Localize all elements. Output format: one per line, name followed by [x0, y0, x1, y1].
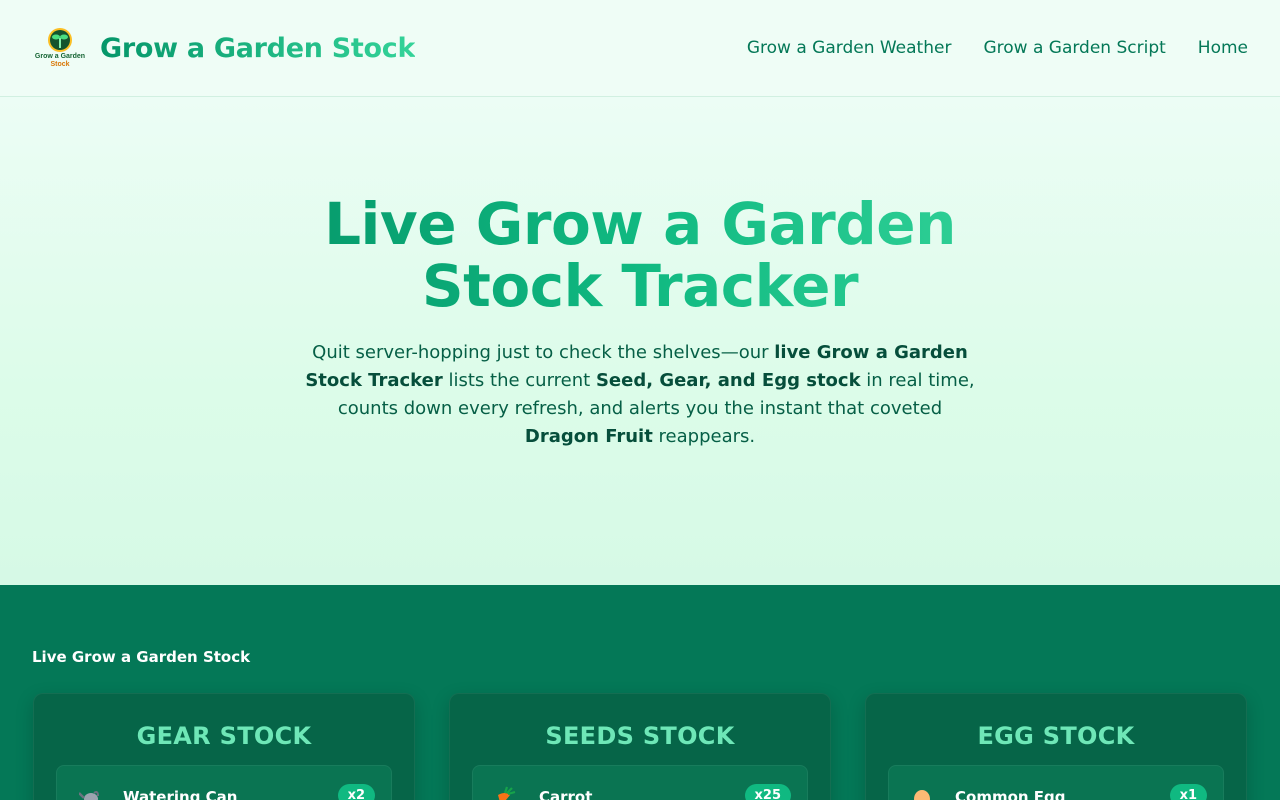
gear-stock-card: GEAR STOCK Watering Can x2 [33, 693, 415, 800]
brand[interactable]: Grow a Garden Stock Grow a Garden Stock [35, 26, 415, 70]
logo-text-bottom: Stock [50, 61, 70, 68]
hero-intro: Quit server-hopping just to check the sh… [300, 339, 980, 451]
card-title: SEEDS STOCK [545, 722, 735, 750]
nav-link-home[interactable]: Home [1198, 38, 1248, 58]
card-title: EGG STOCK [977, 722, 1135, 750]
intro-bold-3: Dragon Fruit [524, 426, 653, 447]
stock-item[interactable]: Carrot x25 [472, 765, 808, 800]
stock-section-label: Live Grow a Garden Stock [32, 648, 251, 666]
card-title: GEAR STOCK [136, 722, 312, 750]
carrot-icon [498, 786, 516, 800]
nav-link-script[interactable]: Grow a Garden Script [983, 38, 1165, 58]
main-nav: Grow a Garden Weather Grow a Garden Scri… [747, 38, 1248, 58]
watering-can-icon [79, 791, 99, 800]
site-title[interactable]: Grow a Garden Stock [100, 33, 415, 64]
item-quantity-badge: x1 [1169, 784, 1207, 800]
intro-text-1: Quit server-hopping just to check the sh… [312, 342, 775, 363]
logo-text-top: Grow a Garden [34, 53, 86, 60]
intro-text-2: lists the current [442, 370, 596, 391]
stock-item[interactable]: Common Egg x1 [888, 765, 1224, 800]
item-name: Common Egg [955, 788, 1066, 800]
item-name: Watering Can [123, 788, 238, 800]
stock-item[interactable]: Watering Can x2 [56, 765, 392, 800]
seeds-stock-card: SEEDS STOCK Carrot x25 [449, 693, 831, 800]
hero-section: Live Grow a Garden Stock Tracker Quit se… [0, 97, 1280, 585]
item-quantity-badge: x25 [744, 784, 791, 800]
logo-icon[interactable]: Grow a Garden Stock [35, 26, 85, 70]
stock-section: Live Grow a Garden Stock GEAR STOCK Wate… [0, 585, 1280, 800]
intro-text-4: reappears. [652, 426, 756, 447]
item-name: Carrot [539, 788, 593, 800]
egg-stock-card: EGG STOCK Common Egg x1 [865, 693, 1247, 800]
intro-bold-2: Seed, Gear, and Egg stock [595, 370, 861, 391]
item-quantity-badge: x2 [337, 784, 375, 800]
hero-title: Live Grow a Garden Stock Tracker [240, 193, 1040, 317]
nav-link-weather[interactable]: Grow a Garden Weather [747, 38, 952, 58]
egg-icon [914, 790, 930, 800]
site-header: Grow a Garden Stock Grow a Garden Stock … [0, 0, 1280, 97]
